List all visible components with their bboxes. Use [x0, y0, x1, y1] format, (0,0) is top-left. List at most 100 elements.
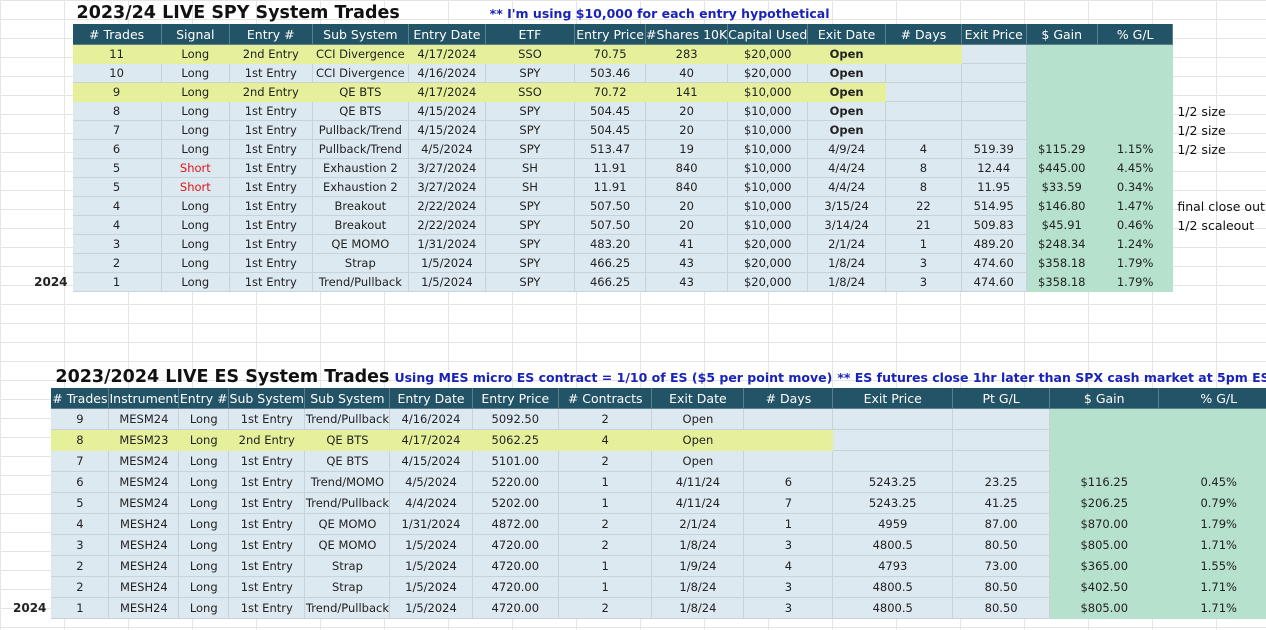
table-cell[interactable]: 4720.00	[471, 555, 560, 577]
table-cell[interactable]: 11.91	[574, 177, 647, 197]
column-header[interactable]: % G/L	[1096, 23, 1174, 45]
table-cell[interactable]: 5	[50, 492, 110, 514]
table-cell[interactable]: 5243.25	[832, 471, 954, 493]
table-cell[interactable]: 11.95	[960, 177, 1027, 197]
table-cell[interactable]: 3/27/2024	[408, 158, 486, 178]
table-cell[interactable]: MESH24	[108, 534, 180, 556]
table-cell[interactable]: 513.47	[574, 139, 647, 159]
table-cell[interactable]: $10,000	[727, 120, 809, 140]
table-cell[interactable]	[1025, 63, 1098, 83]
table-cell[interactable]: 6	[71, 139, 162, 159]
table-cell[interactable]	[1049, 408, 1160, 430]
table-cell[interactable]: 466.25	[574, 253, 647, 273]
table-cell[interactable]: 1/5/2024	[389, 597, 473, 619]
table-cell[interactable]: 7	[50, 450, 110, 472]
table-cell[interactable]: 1st Entry	[229, 272, 313, 292]
table-cell[interactable]: 4/9/24	[807, 139, 886, 159]
table-cell[interactable]: 1/31/2024	[408, 234, 486, 254]
table-cell[interactable]	[952, 408, 1051, 430]
table-cell[interactable]: $115.29	[1025, 139, 1098, 159]
table-cell[interactable]: $10,000	[727, 82, 809, 102]
table-cell[interactable]: SPY	[484, 272, 576, 292]
table-cell[interactable]: 3/15/24	[807, 196, 886, 216]
table-cell[interactable]: 4/4/24	[807, 158, 886, 178]
table-cell[interactable]: 70.72	[574, 82, 647, 102]
table-cell[interactable]: Trend/Pullback	[304, 492, 391, 514]
table-cell[interactable]: Strap	[304, 576, 391, 598]
table-cell[interactable]: 1/8/24	[651, 534, 745, 556]
table-cell[interactable]: 840	[645, 177, 729, 197]
table-cell[interactable]: Short	[160, 158, 231, 178]
table-cell[interactable]: 4/15/2024	[408, 101, 486, 121]
table-cell[interactable]: $20,000	[727, 272, 809, 292]
table-cell[interactable]: Open	[651, 429, 745, 451]
table-cell[interactable]: 504.45	[574, 101, 647, 121]
table-cell[interactable]: 1/8/24	[651, 597, 745, 619]
table-cell[interactable]: 4	[558, 429, 653, 451]
table-cell[interactable]: 2	[50, 555, 110, 577]
table-cell[interactable]: 4720.00	[471, 576, 560, 598]
column-header[interactable]: # Days	[743, 387, 834, 409]
table-cell[interactable]: 3	[884, 272, 962, 292]
table-cell[interactable]: 2/22/2024	[408, 215, 486, 235]
table-cell[interactable]	[960, 44, 1027, 64]
table-cell[interactable]: MESM24	[108, 408, 180, 430]
table-cell[interactable]: 1st Entry	[229, 158, 313, 178]
column-header[interactable]: Entry #	[229, 23, 313, 45]
table-cell[interactable]: 8	[884, 158, 962, 178]
table-cell[interactable]: 4	[50, 513, 110, 535]
table-cell[interactable]	[960, 82, 1027, 102]
table-cell[interactable]: Open	[807, 101, 886, 121]
table-cell[interactable]: $20,000	[727, 44, 809, 64]
table-cell[interactable]: 3	[71, 234, 162, 254]
table-cell[interactable]: 1	[884, 234, 962, 254]
column-header[interactable]: #Shares 10K	[645, 23, 729, 45]
table-cell[interactable]	[1096, 101, 1174, 121]
table-cell[interactable]: 2/1/24	[807, 234, 886, 254]
table-cell[interactable]: 80.50	[952, 534, 1051, 556]
table-cell[interactable]: $10,000	[727, 177, 809, 197]
table-cell[interactable]: 4	[743, 555, 834, 577]
table-cell[interactable]: 4/5/2024	[408, 139, 486, 159]
column-header[interactable]: # Trades	[71, 23, 162, 45]
table-cell[interactable]: 5	[71, 158, 162, 178]
table-cell[interactable]: Open	[651, 408, 745, 430]
table-cell[interactable]: 3	[884, 253, 962, 273]
table-cell[interactable]	[884, 101, 962, 121]
table-cell[interactable]: 1st Entry	[229, 234, 313, 254]
table-cell[interactable]	[960, 101, 1027, 121]
table-cell[interactable]: Long	[160, 44, 231, 64]
table-cell[interactable]: 2nd Entry	[228, 429, 306, 451]
table-cell[interactable]: 2	[71, 253, 162, 273]
table-cell[interactable]: Trend/Pullback	[311, 272, 410, 292]
table-cell[interactable]: $870.00	[1049, 513, 1160, 535]
table-cell[interactable]: Long	[160, 82, 231, 102]
table-cell[interactable]: 1/8/24	[651, 576, 745, 598]
table-cell[interactable]: 80.50	[952, 576, 1051, 598]
table-cell[interactable]: 1st Entry	[228, 471, 306, 493]
table-cell[interactable]: Strap	[304, 555, 391, 577]
table-cell[interactable]	[1025, 82, 1098, 102]
table-cell[interactable]: MESM24	[108, 450, 180, 472]
table-cell[interactable]: Long	[160, 215, 231, 235]
table-cell[interactable]: 0.34%	[1096, 177, 1174, 197]
table-cell[interactable]: Long	[178, 513, 230, 535]
table-cell[interactable]: 5101.00	[471, 450, 560, 472]
table-cell[interactable]: Long	[178, 450, 230, 472]
table-cell[interactable]: 4720.00	[471, 597, 560, 619]
table-cell[interactable]: $20,000	[727, 63, 809, 83]
table-cell[interactable]: 141	[645, 82, 729, 102]
table-cell[interactable]: 1/5/2024	[408, 272, 486, 292]
table-cell[interactable]: $805.00	[1049, 534, 1160, 556]
table-cell[interactable]: 1.55%	[1158, 555, 1266, 577]
table-cell[interactable]: $206.25	[1049, 492, 1160, 514]
table-cell[interactable]	[832, 450, 954, 472]
table-cell[interactable]	[1025, 120, 1098, 140]
table-cell[interactable]: 1st Entry	[228, 555, 306, 577]
table-cell[interactable]: 41.25	[952, 492, 1051, 514]
table-cell[interactable]: 1	[558, 555, 653, 577]
table-cell[interactable]: $45.91	[1025, 215, 1098, 235]
table-cell[interactable]: SH	[484, 158, 576, 178]
column-header[interactable]: Entry Date	[389, 387, 473, 409]
table-cell[interactable]	[743, 429, 834, 451]
